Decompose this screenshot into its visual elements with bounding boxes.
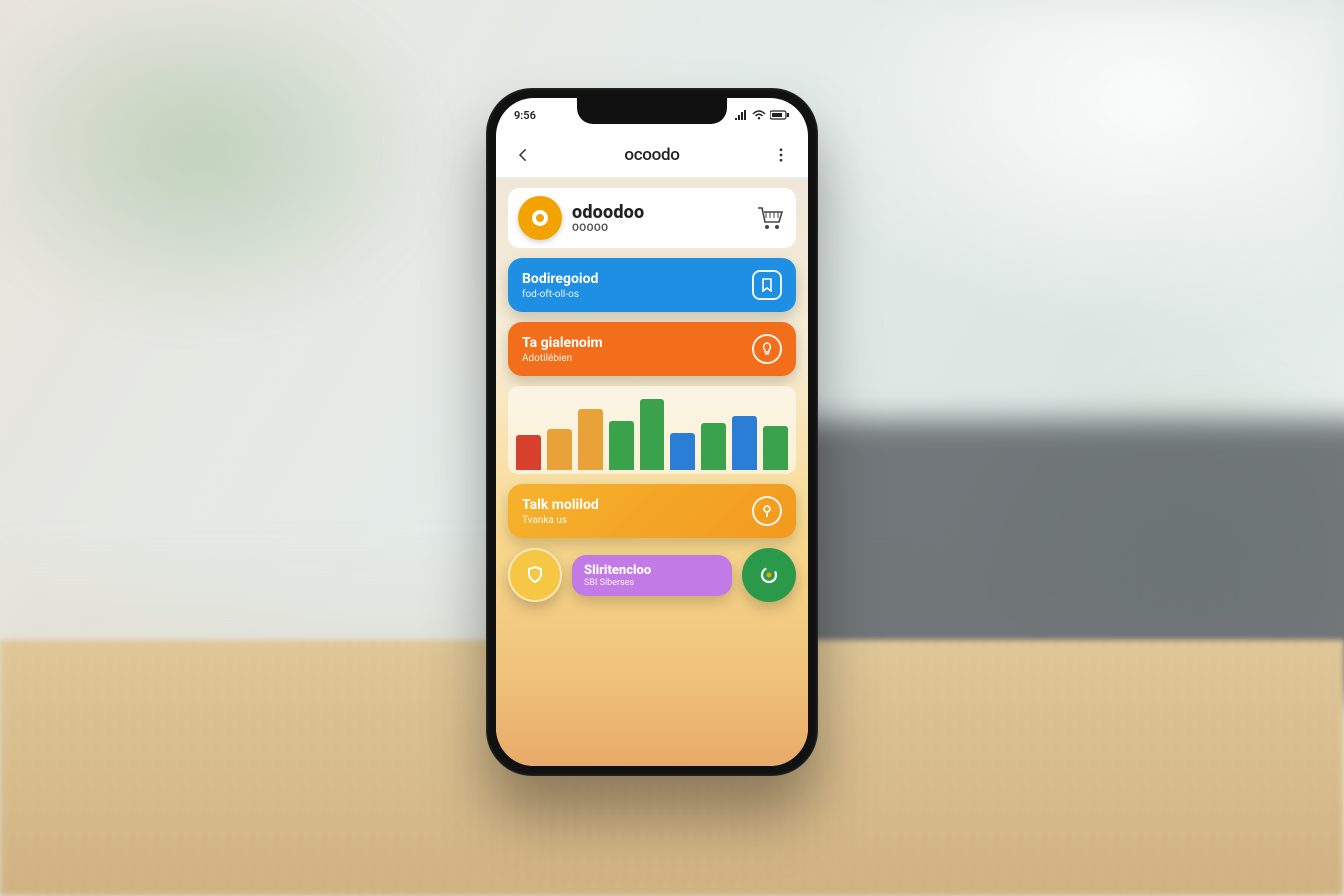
wifi-icon	[752, 110, 766, 120]
bottom-row: Sliritencloo SBI Siberses	[508, 548, 796, 602]
chart-bar	[578, 409, 603, 470]
bookmark-icon	[752, 270, 782, 300]
brand-card[interactable]: odoodoo OOOOO	[508, 188, 796, 248]
card-subtitle: Adotilébien	[522, 353, 603, 364]
status-time: 9:56	[514, 109, 536, 122]
brand-name: odoodoo	[572, 202, 746, 223]
chart-bar	[701, 423, 726, 470]
chart-bar	[732, 416, 757, 470]
bar-chart	[508, 386, 796, 474]
overflow-menu-button[interactable]	[766, 140, 796, 170]
brand-subtitle: OOOOO	[572, 223, 746, 234]
back-button[interactable]	[508, 140, 538, 170]
brand-logo-icon	[518, 196, 562, 240]
phone-screen: 9:56 ocoodo	[496, 98, 808, 766]
card-subtitle: Tvanka us	[522, 515, 599, 526]
card-item-0[interactable]: Bodiregoiod fod-oft-oll-os	[508, 258, 796, 312]
card-subtitle: SBI Siberses	[584, 578, 720, 588]
card-subtitle: fod-oft-oll-os	[522, 289, 598, 300]
card-title: Bodiregoiod	[522, 271, 598, 287]
battery-icon	[770, 110, 790, 120]
app-header: ocoodo	[496, 132, 808, 178]
card-bottom[interactable]: Sliritencloo SBI Siberses	[572, 555, 732, 596]
bulb-icon	[752, 334, 782, 364]
phone-notch	[577, 98, 727, 124]
chart-bar	[547, 429, 572, 470]
chart-bar	[640, 399, 665, 470]
phone-frame: 9:56 ocoodo	[486, 88, 818, 776]
app-title: ocoodo	[624, 145, 679, 165]
status-icons	[734, 110, 790, 120]
cart-icon[interactable]	[756, 205, 786, 231]
pin-icon	[752, 496, 782, 526]
fab-refresh[interactable]	[742, 548, 796, 602]
card-title: Talk molilod	[522, 497, 599, 513]
signal-icon	[734, 110, 748, 120]
fab-shield[interactable]	[508, 548, 562, 602]
chart-bar	[670, 433, 695, 470]
card-title: Ta gialenoim	[522, 335, 603, 351]
card-item-1[interactable]: Ta gialenoim Adotilébien	[508, 322, 796, 376]
chart-bar	[763, 426, 788, 470]
card-item-2[interactable]: Talk molilod Tvanka us	[508, 484, 796, 538]
chart-bar	[516, 435, 541, 470]
chart-bar	[609, 421, 634, 470]
card-title: Sliritencloo	[584, 563, 720, 578]
content-scroll[interactable]: odoodoo OOOOO Bodiregoiod fod-oft-oll-os	[496, 178, 808, 766]
